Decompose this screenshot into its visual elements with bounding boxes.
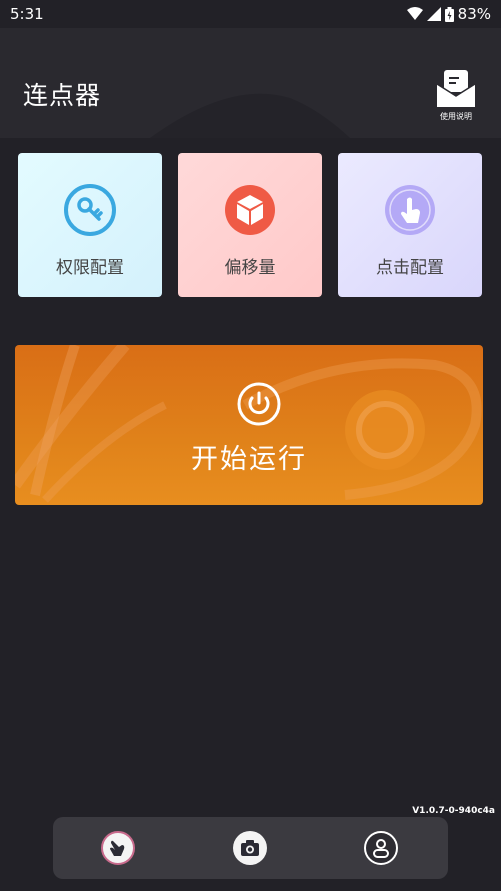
manual-envelope-icon	[436, 70, 476, 107]
tap-icon	[385, 185, 435, 235]
signal-icon	[426, 7, 441, 21]
manual-label: 使用说明	[440, 112, 472, 121]
permission-config-card[interactable]: 权限配置	[18, 153, 162, 297]
header: 连点器 使用说明	[0, 28, 501, 138]
battery-percent: 83%	[457, 5, 491, 23]
bottom-nav	[53, 817, 448, 879]
profile-nav-button[interactable]	[364, 831, 398, 865]
key-icon	[64, 184, 116, 236]
manual-button[interactable]: 使用说明	[430, 70, 482, 126]
battery-icon	[444, 6, 454, 22]
card-label: 点击配置	[376, 258, 444, 278]
offset-card[interactable]: 偏移量	[178, 153, 322, 297]
status-icons: 83%	[406, 5, 491, 23]
run-label: 开始运行	[191, 444, 307, 475]
start-run-button[interactable]: 开始运行	[15, 345, 483, 505]
app-title: 连点器	[23, 81, 102, 110]
version-text: V1.0.7-0-940c4a	[412, 806, 495, 816]
tap-nav-icon	[110, 840, 125, 856]
camera-icon	[241, 840, 259, 856]
card-label: 权限配置	[56, 258, 124, 278]
status-bar: 5:31 83%	[0, 0, 501, 28]
tap-nav-button[interactable]	[101, 831, 135, 865]
status-time: 5:31	[10, 5, 44, 23]
profile-icon	[373, 839, 389, 858]
wifi-icon	[406, 7, 423, 20]
power-icon	[237, 382, 281, 426]
click-config-card[interactable]: 点击配置	[338, 153, 482, 297]
box-icon	[225, 185, 275, 235]
card-label: 偏移量	[224, 258, 276, 278]
camera-nav-button[interactable]	[233, 831, 267, 865]
